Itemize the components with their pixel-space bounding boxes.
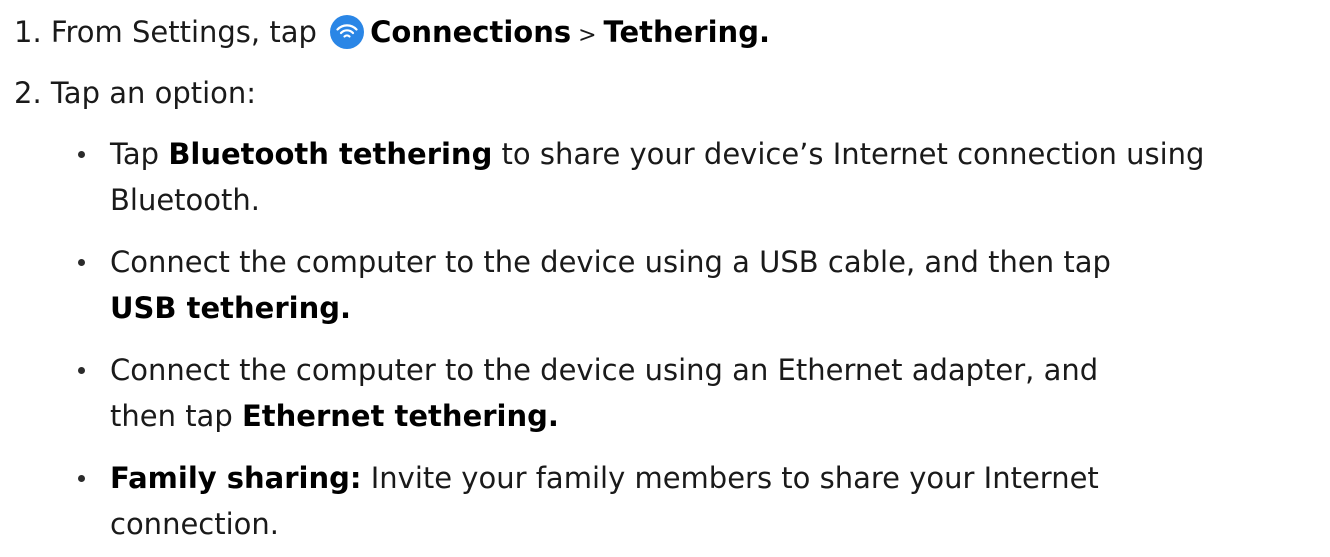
bullet-text: Connect the computer to the device using…	[110, 353, 1099, 387]
bullet-dot	[78, 367, 85, 374]
bluetooth-tethering-label: Bluetooth tethering	[168, 137, 493, 171]
wifi-icon	[330, 15, 365, 49]
bullet-1-line-1: Tap Bluetooth tethering to share your de…	[110, 134, 1204, 174]
bullet-text: Tap	[110, 137, 169, 171]
bullet-text: Invite your family members to share your…	[361, 461, 1099, 495]
path-separator: >	[571, 23, 604, 48]
bullet-dot	[78, 151, 85, 158]
bullet-dot	[78, 475, 85, 482]
bullet-4-line-1: Family sharing: Invite your family membe…	[110, 458, 1099, 498]
bullet-2-line-2: USB tethering.	[110, 288, 351, 328]
bullet-text: connection.	[110, 507, 280, 541]
bullet-text: Connect the computer to the device using…	[110, 245, 1111, 279]
bullet-text: Bluetooth.	[110, 183, 260, 217]
bullet-dot	[78, 259, 85, 266]
bullet-text: to share your device’s Internet connecti…	[492, 137, 1205, 171]
bullet-text: then tap	[110, 399, 242, 433]
family-sharing-label: Family sharing:	[110, 461, 362, 495]
step-number: 1.	[14, 15, 42, 49]
step-text: Tap an option:	[50, 76, 257, 110]
tethering-label: Tethering.	[603, 15, 770, 49]
ethernet-tethering-label: Ethernet tethering.	[241, 399, 559, 433]
step-1: 1. From Settings, tap Connections > Teth…	[14, 12, 770, 56]
step-number: 2.	[14, 76, 42, 110]
bullet-1-line-2: Bluetooth.	[110, 180, 260, 220]
usb-tethering-label: USB tethering.	[110, 291, 352, 325]
bullet-4-line-2: connection.	[110, 504, 279, 544]
step-text: From Settings, tap	[50, 15, 317, 49]
bullet-2-line-1: Connect the computer to the device using…	[110, 242, 1111, 282]
connections-label: Connections	[370, 15, 572, 49]
bullet-3-line-1: Connect the computer to the device using…	[110, 350, 1098, 390]
step-2: 2. Tap an option:	[14, 73, 256, 113]
bullet-3-line-2: then tap Ethernet tethering.	[110, 396, 559, 436]
